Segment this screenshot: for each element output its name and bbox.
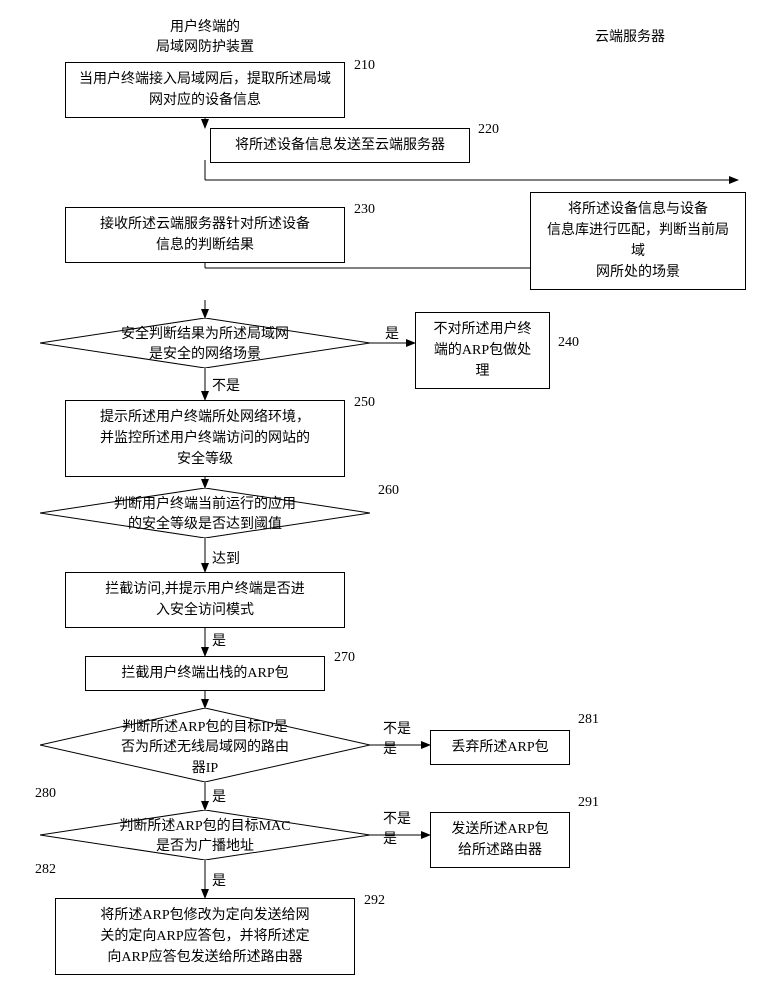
step-cloud-match: 将所述设备信息与设备 信息库进行匹配，判断当前局域 网所处的场景	[530, 192, 746, 290]
edge-no-2: 不是 是	[383, 718, 411, 758]
lane-left-l2: 局域网防护装置	[156, 40, 254, 55]
num-281: 281	[578, 712, 599, 728]
num-240: 240	[558, 335, 579, 351]
edge-yes-4: 是	[212, 870, 226, 890]
step-220-text: 将所述设备信息发送至云端服务器	[235, 138, 445, 153]
step-281: 丢弃所述ARP包	[430, 730, 570, 765]
num-270: 270	[334, 650, 355, 666]
num-282: 282	[35, 862, 56, 878]
decision-sec-level: 判断用户终端当前运行的应用 的安全等级是否达到阈值	[40, 488, 370, 538]
num-280: 280	[35, 786, 56, 802]
step-291: 发送所述ARP包 给所述路由器	[430, 812, 570, 868]
num-230: 230	[354, 202, 375, 218]
num-291: 291	[578, 795, 599, 811]
edge-reach: 达到	[212, 548, 240, 568]
decision-target-mac: 判断所述ARP包的目标MAC 是否为广播地址	[40, 810, 370, 860]
step-220: 将所述设备信息发送至云端服务器	[210, 128, 470, 163]
edge-yes-1: 是	[385, 323, 399, 343]
edge-no-1: 不是	[212, 375, 240, 395]
num-250: 250	[354, 395, 375, 411]
num-292: 292	[364, 893, 385, 909]
edge-no-3: 不是 是	[383, 808, 411, 848]
step-270-text: 拦截用户终端出栈的ARP包	[121, 666, 288, 681]
edge-yes-3: 是	[212, 786, 226, 806]
step-intercept-prompt: 拦截访问,并提示用户终端是否进 入安全访问模式	[65, 572, 345, 628]
step-292: 将所述ARP包修改为定向发送给网 关的定向ARP应答包，并将所述定 向ARP应答…	[55, 898, 355, 975]
step-281-text: 丢弃所述ARP包	[451, 740, 548, 755]
lane-left-l1: 用户终端的	[170, 20, 240, 35]
step-230: 接收所述云端服务器针对所述设备 信息的判断结果	[65, 207, 345, 263]
num-210: 210	[354, 58, 375, 74]
step-210: 当用户终端接入局域网后，提取所述局域网对应的设备信息	[65, 62, 345, 118]
step-210-text: 当用户终端接入局域网后，提取所述局域网对应的设备信息	[79, 72, 331, 108]
num-220: 220	[478, 122, 499, 138]
step-240: 不对所述用户终 端的ARP包做处 理	[415, 312, 550, 389]
lane-right-title: 云端服务器	[560, 28, 700, 48]
step-270: 拦截用户终端出栈的ARP包	[85, 656, 325, 691]
decision-target-ip: 判断所述ARP包的目标IP是 否为所述无线局域网的路由 器IP	[40, 708, 370, 782]
step-250: 提示所述用户终端所处网络环境， 并监控所述用户终端访问的网站的 安全等级	[65, 400, 345, 477]
decision-safe-scene: 安全判断结果为所述局域网 是安全的网络场景	[40, 318, 370, 368]
lane-left-title: 用户终端的 局域网防护装置	[100, 18, 310, 57]
edge-yes-2: 是	[212, 630, 226, 650]
num-260: 260	[378, 483, 399, 499]
